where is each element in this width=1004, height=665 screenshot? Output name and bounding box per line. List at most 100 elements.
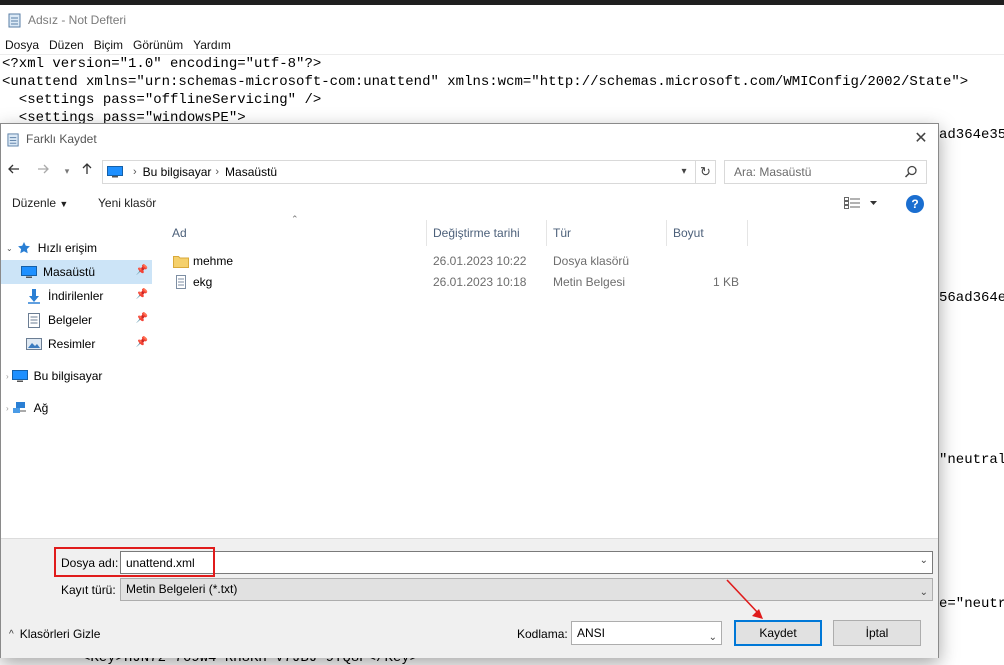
- hide-folders-label: Klasörleri Gizle: [19, 627, 101, 641]
- chevron-down-icon: ⌄: [6, 243, 13, 253]
- sidebar-item-downloads[interactable]: İndirilenler 📌: [1, 284, 152, 308]
- encoding-value: ANSI: [577, 626, 606, 640]
- dialog-titlebar: Farklı Kaydet ✕: [1, 124, 938, 154]
- pictures-icon: [26, 336, 42, 352]
- pc-icon: [107, 166, 123, 178]
- editor-fragment: 56ad364e3: [939, 290, 1004, 306]
- save-type-value: Metin Belgeleri (*.txt): [126, 582, 238, 596]
- file-list: ⌃ Ad Değiştirme tarihi Tür Boyut mehme 2…: [158, 214, 938, 538]
- breadcrumb-item[interactable]: Bu bilgisayar: [143, 165, 212, 179]
- recent-dropdown-icon[interactable]: ▾: [57, 161, 77, 181]
- annotation-arrow: [726, 579, 763, 619]
- pc-icon: [11, 368, 28, 384]
- chevron-down-icon[interactable]: ▾: [675, 161, 693, 183]
- editor-fragment: ad364e35: [939, 127, 1004, 143]
- refresh-icon[interactable]: ↻: [695, 161, 715, 183]
- organize-label: Düzenle: [12, 196, 57, 210]
- sidebar-item-label: Belgeler: [48, 313, 93, 327]
- file-name: mehme: [193, 254, 234, 268]
- text-file-icon: [176, 275, 186, 289]
- breadcrumb-item[interactable]: Masaüstü: [225, 165, 277, 179]
- sidebar-item-label: Ağ: [33, 401, 49, 415]
- save-type-select[interactable]: Metin Belgeleri (*.txt) ⌄: [120, 578, 933, 601]
- organize-button[interactable]: Düzenle ▼: [12, 196, 68, 210]
- new-folder-button[interactable]: Yeni klasör: [98, 196, 156, 210]
- pin-icon[interactable]: 📌: [136, 265, 148, 276]
- notepad-icon: [8, 13, 21, 28]
- sidebar-item-documents[interactable]: Belgeler 📌: [1, 308, 152, 332]
- file-type: Dosya klasörü: [553, 254, 630, 268]
- sidebar-item-label: Resimler: [48, 337, 96, 351]
- download-icon: [26, 288, 42, 304]
- search-box[interactable]: [724, 160, 927, 184]
- star-icon: [16, 240, 32, 256]
- save-type-label: Kayıt türü:: [61, 583, 116, 597]
- editor-fragment: "neutral: [939, 452, 1004, 468]
- desktop-icon: [21, 264, 37, 280]
- menu-bicim[interactable]: Biçim: [89, 38, 128, 52]
- editor-line: <unattend xmlns="urn:schemas-microsoft-c…: [2, 74, 969, 90]
- sidebar-item-pictures[interactable]: Resimler 📌: [1, 332, 152, 356]
- sidebar-item-label: Hızlı erişim: [37, 241, 98, 255]
- save-options-panel: Dosya adı: ⌄ Kayıt türü: Metin Belgeleri…: [1, 538, 938, 658]
- cancel-button[interactable]: İptal: [833, 620, 921, 646]
- documents-icon: [26, 312, 42, 328]
- sidebar-item-desktop[interactable]: Masaüstü 📌: [1, 260, 152, 284]
- dialog-toolbar: Düzenle ▼ Yeni klasör ?: [1, 192, 938, 216]
- highlight-annotation: [54, 547, 215, 577]
- sidebar-item-label: Bu bilgisayar: [33, 369, 103, 383]
- menu-duzen[interactable]: Düzen: [44, 38, 89, 52]
- hide-folders-toggle[interactable]: ^ Klasörleri Gizle: [9, 627, 100, 641]
- menu-yardim[interactable]: Yardım: [188, 38, 236, 52]
- help-icon[interactable]: ?: [906, 195, 924, 213]
- file-size: 1 KB: [712, 275, 739, 289]
- folder-icon: [173, 256, 189, 268]
- file-date: 26.01.2023 10:18: [433, 275, 527, 289]
- address-bar[interactable]: › Bu bilgisayar › Masaüstü ▾ ↻: [102, 160, 716, 184]
- column-header-name[interactable]: Ad: [166, 220, 427, 246]
- chevron-up-icon: ^: [9, 628, 14, 640]
- chevron-down-icon: ⌄: [708, 632, 717, 643]
- column-header-date[interactable]: Değiştirme tarihi: [427, 220, 547, 246]
- column-header-type[interactable]: Tür: [547, 220, 667, 246]
- file-name-field[interactable]: ⌄: [120, 551, 933, 574]
- sidebar-item-label: İndirilenler: [48, 289, 104, 303]
- view-options-button[interactable]: [844, 197, 878, 212]
- encoding-label: Kodlama:: [517, 627, 568, 641]
- sidebar-item-network[interactable]: › Ağ: [1, 396, 152, 420]
- search-input[interactable]: [734, 165, 904, 179]
- network-icon: [12, 400, 28, 416]
- chevron-right-icon: ›: [6, 371, 9, 381]
- pin-icon[interactable]: 📌: [136, 337, 148, 348]
- editor-line: <settings pass="offlineServicing" />: [2, 92, 322, 108]
- navigation-bar: ▾ › Bu bilgisayar › Masaüstü ▾ ↻: [1, 158, 938, 186]
- back-arrow-icon[interactable]: [4, 161, 24, 181]
- file-name-input[interactable]: [121, 552, 901, 573]
- column-header-size[interactable]: Boyut: [667, 220, 748, 246]
- file-date: 26.01.2023 10:22: [433, 254, 527, 268]
- chevron-down-icon[interactable]: ⌄: [920, 555, 928, 566]
- pin-icon[interactable]: 📌: [136, 313, 148, 324]
- encoding-select[interactable]: ANSI ⌄: [571, 621, 722, 645]
- editor-fragment: e="neutra: [939, 596, 1004, 612]
- notepad-icon: [7, 132, 19, 146]
- file-row[interactable]: ekg 26.01.2023 10:18 Metin Belgesi 1 KB: [158, 272, 748, 293]
- file-name: ekg: [193, 275, 213, 289]
- pin-icon[interactable]: 📌: [136, 289, 148, 300]
- breadcrumb-separator-icon: ›: [215, 166, 220, 178]
- chevron-down-icon: ▼: [59, 199, 69, 209]
- menu-dosya[interactable]: Dosya: [0, 38, 44, 52]
- sidebar-item-quick-access[interactable]: ⌄ Hızlı erişim: [1, 236, 152, 260]
- search-icon: [904, 165, 917, 178]
- file-row[interactable]: mehme 26.01.2023 10:22 Dosya klasörü: [158, 251, 748, 272]
- notepad-menubar: Dosya Düzen Biçim Görünüm Yardım: [0, 35, 1004, 55]
- up-arrow-icon[interactable]: [77, 161, 97, 181]
- navigation-pane: ⌄ Hızlı erişim Masaüstü 📌 İndirilenler 📌…: [1, 220, 152, 538]
- sidebar-item-label: Masaüstü: [43, 265, 96, 279]
- sidebar-item-this-pc[interactable]: › Bu bilgisayar: [1, 364, 152, 388]
- dialog-title: Farklı Kaydet: [26, 132, 97, 146]
- chevron-down-icon: ⌄: [919, 587, 928, 598]
- close-icon[interactable]: ✕: [912, 130, 930, 148]
- menu-gorunum[interactable]: Görünüm: [128, 38, 188, 52]
- forward-arrow-icon[interactable]: [33, 161, 53, 181]
